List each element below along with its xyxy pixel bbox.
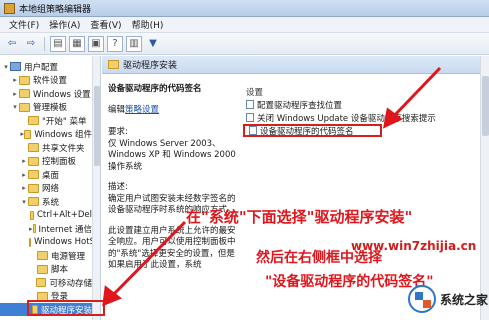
arrow-to-setting xyxy=(390,66,442,120)
logo-icon xyxy=(408,285,436,313)
logo-text: 系统之家 xyxy=(440,292,489,307)
arrow-to-tree xyxy=(110,220,187,298)
watermark-url: www.win7zhijia.cn xyxy=(351,239,477,253)
annotation-line-1: 在"系统"下面选择"驱动程序安装" xyxy=(186,208,413,226)
tree-highlight-box xyxy=(27,300,105,316)
site-logo: 系统之家 xyxy=(408,280,489,318)
